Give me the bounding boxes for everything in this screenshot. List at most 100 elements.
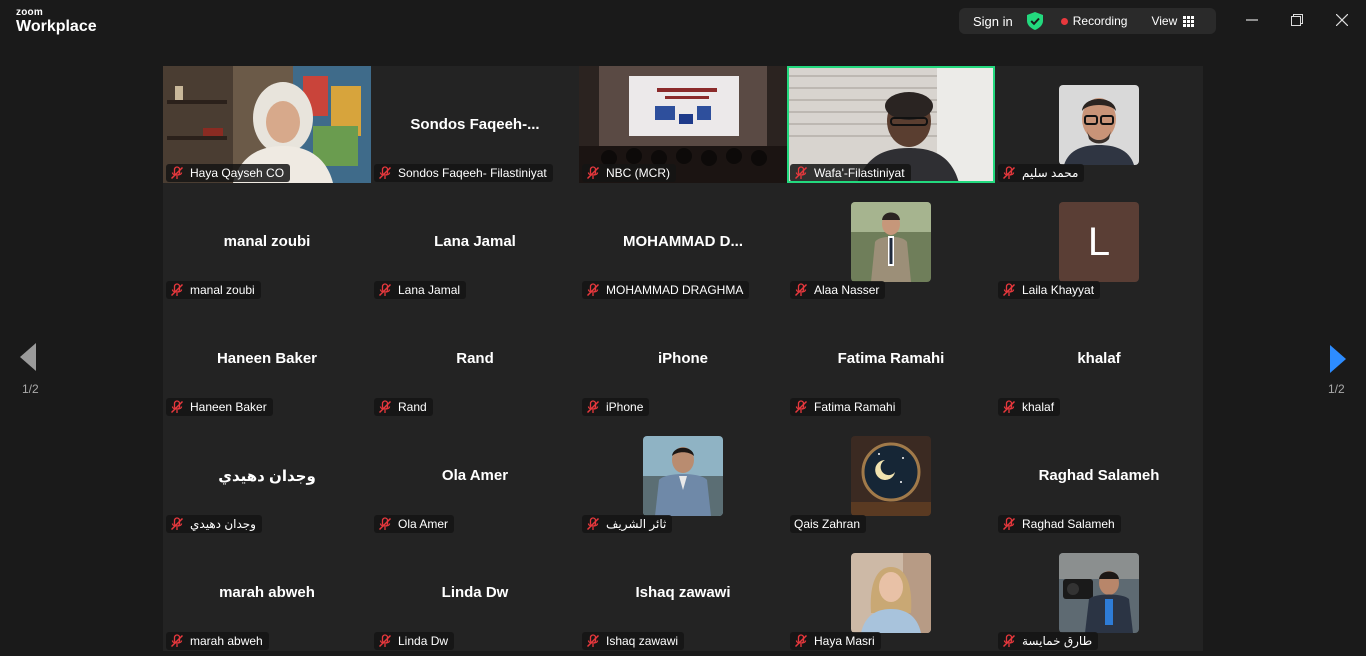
participant-tile[interactable]: Fatima Ramahi Fatima Ramahi bbox=[787, 300, 995, 417]
participant-name: Qais Zahran bbox=[794, 517, 861, 531]
participant-tile[interactable]: Lana Jamal Lana Jamal bbox=[371, 183, 579, 300]
participant-tile[interactable]: Linda Dw Linda Dw bbox=[371, 534, 579, 651]
recording-label: Recording bbox=[1072, 14, 1128, 28]
participant-name-label: iPhone bbox=[582, 398, 650, 416]
participant-tile[interactable]: Haya Qayseh CO bbox=[163, 66, 371, 183]
participant-name: NBC (MCR) bbox=[606, 166, 670, 180]
participant-display-name: iPhone bbox=[657, 350, 708, 367]
participant-tile[interactable]: Haya Masri bbox=[787, 534, 995, 651]
participant-name: Ishaq zawawi bbox=[606, 634, 679, 648]
participant-display-name: Raghad Salameh bbox=[1038, 467, 1160, 484]
sign-in-button[interactable]: Sign in bbox=[973, 14, 1013, 29]
mic-muted-icon bbox=[586, 166, 600, 180]
zoom-logo: zoom Workplace bbox=[16, 8, 97, 35]
next-page-arrow-icon[interactable] bbox=[1328, 343, 1348, 375]
participant-tile[interactable]: MOHAMMAD D... MOHAMMAD DRAGHMA bbox=[579, 183, 787, 300]
shield-check-icon[interactable] bbox=[1026, 12, 1043, 30]
mic-muted-icon bbox=[586, 400, 600, 414]
participant-tile[interactable]: Wafa'-Filastiniyat bbox=[787, 66, 995, 183]
participant-display-name: MOHAMMAD D... bbox=[623, 233, 743, 250]
participant-name: Fatima Ramahi bbox=[814, 400, 896, 414]
participant-tile[interactable]: NBC (MCR) bbox=[579, 66, 787, 183]
participant-avatar bbox=[851, 436, 931, 516]
participant-name: Haya Qayseh CO bbox=[190, 166, 285, 180]
restore-button[interactable] bbox=[1287, 10, 1307, 30]
participant-name-label: محمد سليم bbox=[998, 164, 1085, 182]
mic-muted-icon bbox=[1002, 283, 1016, 297]
participant-initial-avatar: L bbox=[1059, 202, 1139, 282]
participant-display-name: Ola Amer bbox=[441, 467, 509, 484]
participant-name: Raghad Salameh bbox=[1022, 517, 1115, 531]
participant-name: manal zoubi bbox=[190, 283, 255, 297]
participant-tile[interactable]: marah abweh marah abweh bbox=[163, 534, 371, 651]
participant-name-label: Raghad Salameh bbox=[998, 515, 1121, 533]
participant-display-name: Haneen Baker bbox=[216, 350, 318, 367]
gallery-view: Haya Qayseh CO Sondos Faqeeh-... Sondos Fa… bbox=[163, 66, 1203, 651]
participant-name-label: Fatima Ramahi bbox=[790, 398, 902, 416]
participant-name-label: Haya Masri bbox=[790, 632, 881, 650]
minimize-button[interactable] bbox=[1242, 10, 1262, 30]
participant-display-name: manal zoubi bbox=[223, 233, 311, 250]
participant-name-label: Rand bbox=[374, 398, 433, 416]
participant-name-label: Alaa Nasser bbox=[790, 281, 886, 299]
mic-muted-icon bbox=[794, 283, 808, 297]
participant-name-label: Haneen Baker bbox=[166, 398, 273, 416]
participant-display-name: Linda Dw bbox=[441, 584, 509, 601]
mic-muted-icon bbox=[1002, 166, 1016, 180]
previous-page-arrow-icon[interactable] bbox=[18, 341, 38, 373]
participant-tile[interactable]: محمد سليم bbox=[995, 66, 1203, 183]
logo-line2: Workplace bbox=[16, 18, 97, 35]
mic-muted-icon bbox=[170, 634, 184, 648]
participant-tile[interactable]: Ishaq zawawi Ishaq zawawi bbox=[579, 534, 787, 651]
logo-line1: zoom bbox=[16, 7, 43, 18]
participant-name-label: khalaf bbox=[998, 398, 1061, 416]
participant-tile[interactable]: Qais Zahran bbox=[787, 417, 995, 534]
participant-tile[interactable]: khalaf khalaf bbox=[995, 300, 1203, 417]
participant-name: marah abweh bbox=[190, 634, 263, 648]
participant-name: iPhone bbox=[606, 400, 644, 414]
mic-muted-icon bbox=[170, 166, 184, 180]
participant-name: ثائر الشريف bbox=[606, 517, 667, 531]
participant-name: Haya Masri bbox=[814, 634, 875, 648]
participant-avatar bbox=[1059, 85, 1139, 165]
participant-tile[interactable]: Rand Rand bbox=[371, 300, 579, 417]
participant-tile[interactable]: ثائر الشريف bbox=[579, 417, 787, 534]
participant-name-label: manal zoubi bbox=[166, 281, 261, 299]
recording-indicator[interactable]: Recording bbox=[1060, 14, 1128, 28]
mic-muted-icon bbox=[170, 400, 184, 414]
participant-tile[interactable]: L Laila Khayyat bbox=[995, 183, 1203, 300]
participant-name: Linda Dw bbox=[398, 634, 449, 648]
participant-name: MOHAMMAD DRAGHMA bbox=[606, 283, 744, 297]
participant-name-label: Linda Dw bbox=[374, 632, 455, 650]
participant-tile[interactable]: Ola Amer Ola Amer bbox=[371, 417, 579, 534]
participant-tile[interactable]: Sondos Faqeeh-... Sondos Faqeeh- Filastin… bbox=[371, 66, 579, 183]
close-button[interactable] bbox=[1332, 10, 1352, 30]
participant-tile[interactable]: Raghad Salameh Raghad Salameh bbox=[995, 417, 1203, 534]
mic-muted-icon bbox=[170, 517, 184, 531]
participant-display-name: Fatima Ramahi bbox=[837, 350, 945, 367]
participant-tile[interactable]: Haneen Baker Haneen Baker bbox=[163, 300, 371, 417]
participant-tile[interactable]: Alaa Nasser bbox=[787, 183, 995, 300]
participant-display-name: Rand bbox=[456, 350, 494, 367]
pager-right: 1/2 bbox=[1328, 382, 1345, 396]
participant-name-label: Ishaq zawawi bbox=[582, 632, 685, 650]
participant-tile[interactable]: manal zoubi manal zoubi bbox=[163, 183, 371, 300]
participant-name: وجدان دهيدي bbox=[190, 517, 256, 531]
participant-tile[interactable]: وجدان دهيدي وجدان دهيدي bbox=[163, 417, 371, 534]
mic-muted-icon bbox=[586, 517, 600, 531]
grid-icon bbox=[1183, 15, 1195, 27]
participant-avatar bbox=[851, 202, 931, 282]
participant-tile[interactable]: طارق خمايسة bbox=[995, 534, 1203, 651]
participant-display-name: وجدان دهيدي bbox=[218, 468, 316, 485]
participant-name-label: Haya Qayseh CO bbox=[166, 164, 291, 182]
participant-display-name: marah abweh bbox=[219, 584, 315, 601]
participant-name: Laila Khayyat bbox=[1022, 283, 1095, 297]
mic-muted-icon bbox=[1002, 400, 1016, 414]
participant-name-label: NBC (MCR) bbox=[582, 164, 676, 182]
mic-muted-icon bbox=[170, 283, 184, 297]
participant-tile[interactable]: iPhone iPhone bbox=[579, 300, 787, 417]
view-button[interactable]: View bbox=[1151, 14, 1195, 28]
mic-muted-icon bbox=[794, 634, 808, 648]
mic-muted-icon bbox=[1002, 634, 1016, 648]
mic-muted-icon bbox=[378, 283, 392, 297]
